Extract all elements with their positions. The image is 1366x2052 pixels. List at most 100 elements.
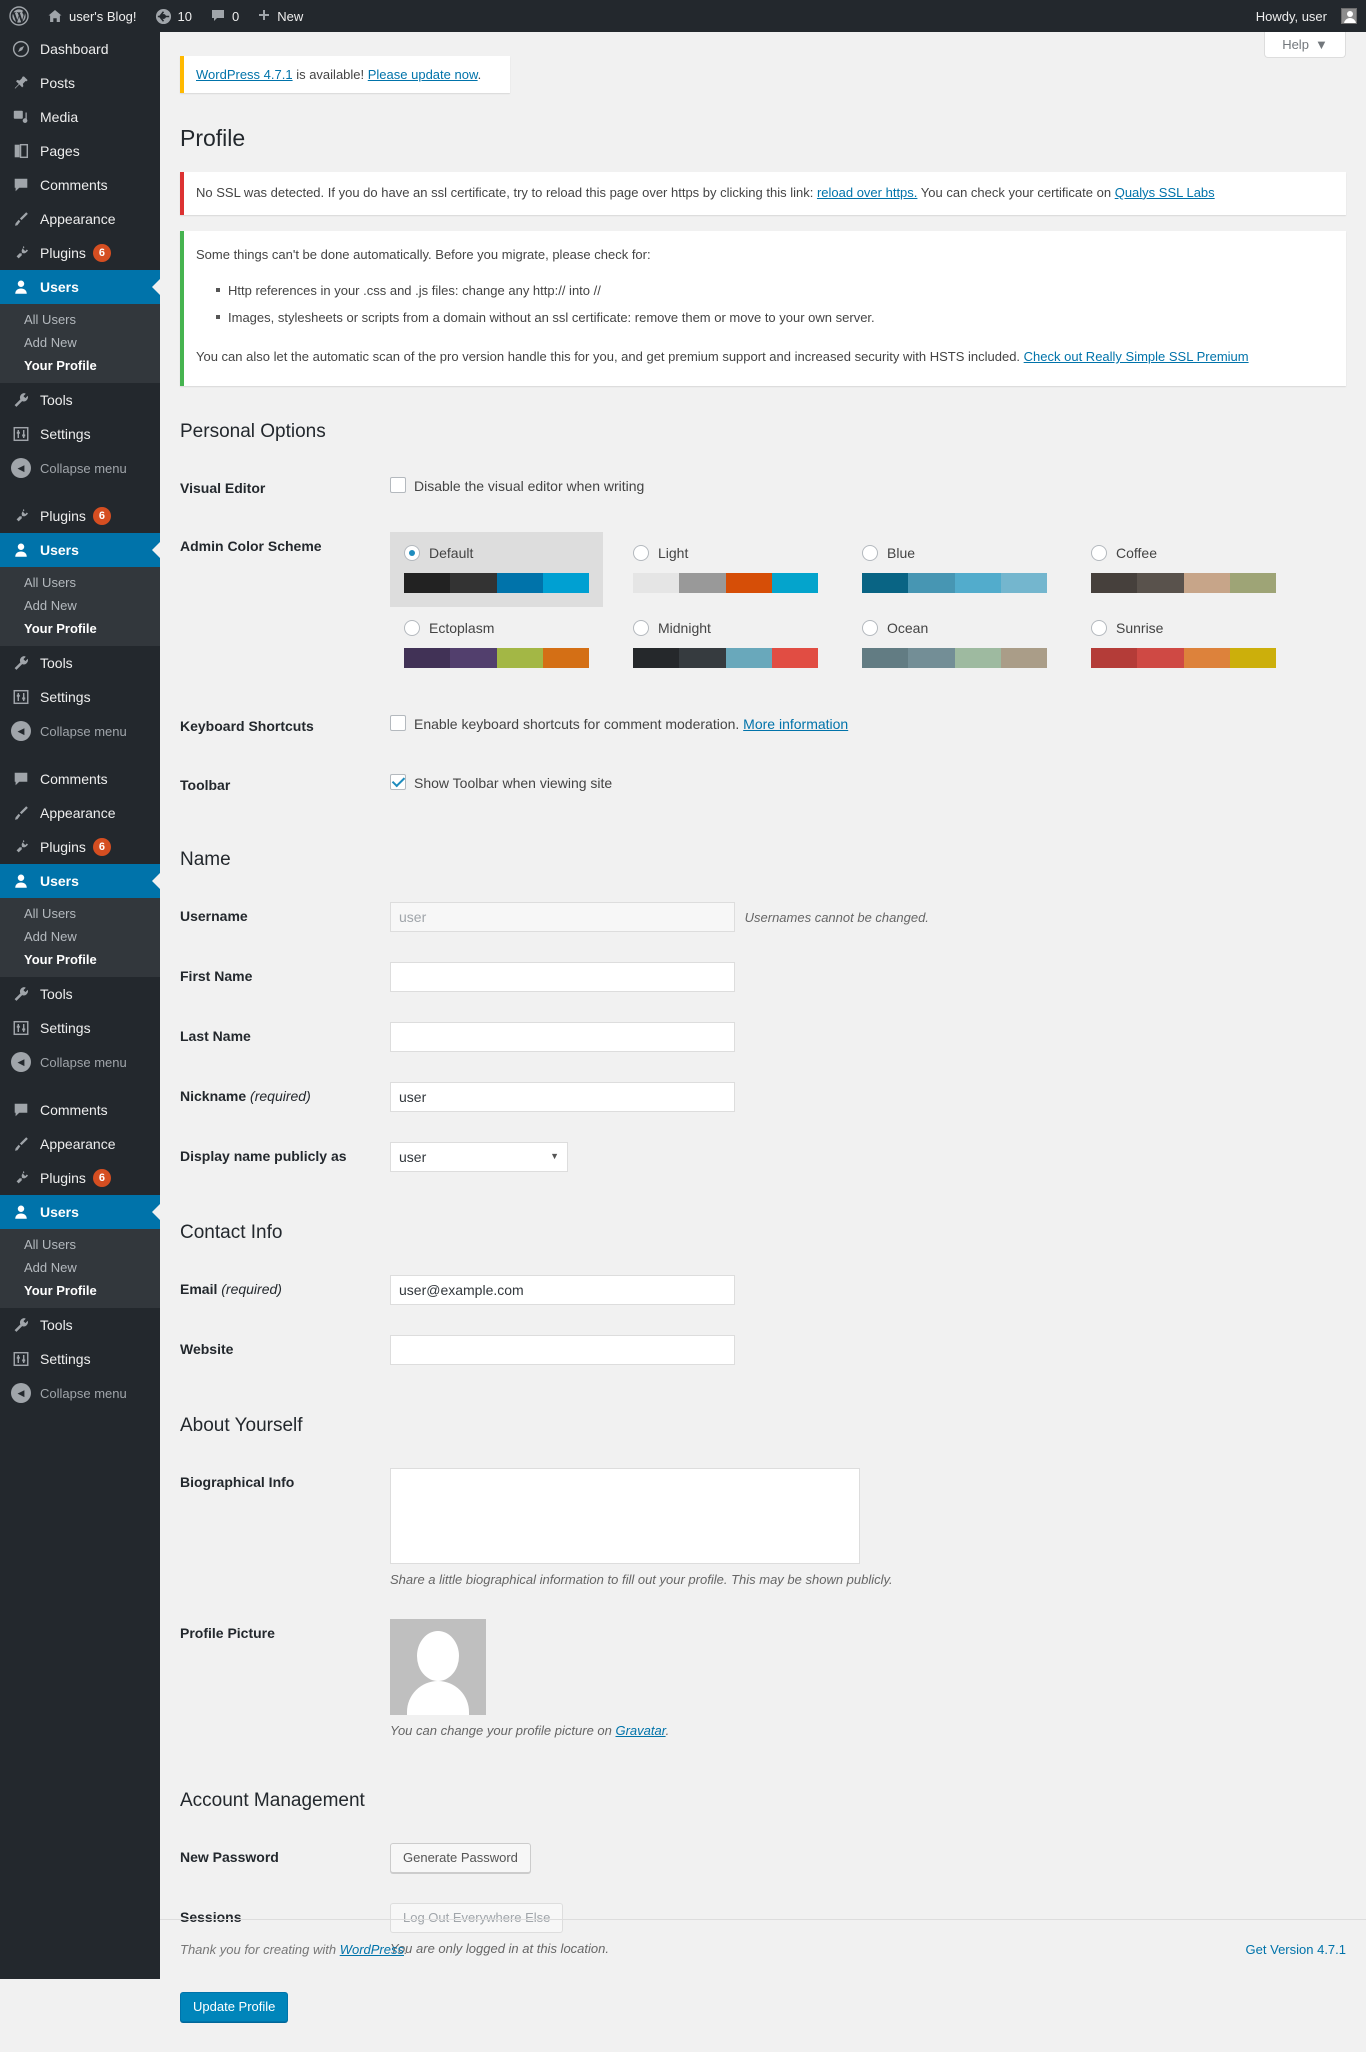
update-now-link[interactable]: Please update now: [368, 67, 478, 82]
submenu-item-your-profile[interactable]: Your Profile: [0, 948, 160, 971]
first-name-input[interactable]: [390, 962, 735, 992]
sidebar-item-settings[interactable]: Settings: [0, 1011, 160, 1045]
color-scheme-coffee[interactable]: Coffee: [1077, 532, 1290, 607]
color-swatch: [679, 573, 725, 593]
color-swatch: [1091, 573, 1137, 593]
more-information-link[interactable]: More information: [743, 716, 848, 732]
color-scheme-sunrise[interactable]: Sunrise: [1077, 607, 1290, 682]
sidebar-item-appearance[interactable]: Appearance: [0, 1127, 160, 1161]
collapse-menu-button[interactable]: ◀Collapse menu: [0, 1045, 160, 1079]
sidebar-item-label: Plugins: [40, 508, 86, 524]
sidebar-item-users[interactable]: Users: [0, 270, 160, 304]
sidebar-item-appearance[interactable]: Appearance: [0, 796, 160, 830]
new-label: New: [277, 9, 303, 24]
email-label: Email (required): [180, 1260, 380, 1320]
main-content: Help ▼ WordPress 4.7.1 is available! Ple…: [160, 32, 1366, 1979]
sidebar-item-settings[interactable]: Settings: [0, 417, 160, 451]
sidebar-item-media[interactable]: Media: [0, 100, 160, 134]
submenu-item-all-users[interactable]: All Users: [0, 571, 160, 594]
submenu-item-add-new[interactable]: Add New: [0, 331, 160, 354]
plugins-update-badge: 6: [93, 1169, 111, 1187]
website-input[interactable]: [390, 1335, 735, 1365]
sidebar-item-dashboard[interactable]: Dashboard: [0, 32, 160, 66]
sidebar-item-settings[interactable]: Settings: [0, 1342, 160, 1376]
display-name-row: Display name publicly as user ▼: [180, 1127, 1346, 1187]
color-scheme-label: Light: [658, 544, 688, 562]
contact-info-table: Email (required) Website: [180, 1260, 1346, 1380]
users-icon: [11, 871, 31, 891]
submenu-item-all-users[interactable]: All Users: [0, 902, 160, 925]
color-scheme-ocean[interactable]: Ocean: [848, 607, 1061, 682]
sidebar-item-plugins[interactable]: Plugins6: [0, 236, 160, 270]
collapse-menu-button[interactable]: ◀Collapse menu: [0, 714, 160, 748]
sidebar-item-appearance[interactable]: Appearance: [0, 202, 160, 236]
comments-icon: [11, 769, 31, 789]
chevron-down-icon: ▼: [1315, 37, 1328, 52]
collapse-menu-button[interactable]: ◀Collapse menu: [0, 451, 160, 485]
wordpress-version-link[interactable]: WordPress 4.7.1: [196, 67, 293, 82]
settings-sliders-icon: [11, 1018, 31, 1038]
sidebar-item-posts[interactable]: Posts: [0, 66, 160, 100]
sidebar-item-tools[interactable]: Tools: [0, 383, 160, 417]
comments-menu[interactable]: 0: [201, 0, 248, 32]
site-name-menu[interactable]: user's Blog!: [38, 0, 146, 32]
website-label: Website: [180, 1320, 380, 1380]
show-toolbar-checkbox[interactable]: Show Toolbar when viewing site: [390, 771, 1336, 792]
submenu-item-your-profile[interactable]: Your Profile: [0, 354, 160, 377]
email-field[interactable]: [390, 1275, 735, 1305]
color-scheme-light[interactable]: Light: [619, 532, 832, 607]
color-scheme-ectoplasm[interactable]: Ectoplasm: [390, 607, 603, 682]
last-name-input[interactable]: [390, 1022, 735, 1052]
collapse-menu-button[interactable]: ◀Collapse menu: [0, 1376, 160, 1410]
submenu-item-all-users[interactable]: All Users: [0, 308, 160, 331]
new-content-menu[interactable]: New: [248, 0, 312, 32]
sidebar-item-tools[interactable]: Tools: [0, 977, 160, 1011]
update-profile-button[interactable]: Update Profile: [180, 1992, 288, 2022]
wordpress-logo-menu[interactable]: [0, 0, 38, 32]
sidebar-item-comments[interactable]: Comments: [0, 1093, 160, 1127]
nickname-input[interactable]: [390, 1082, 735, 1112]
submenu-item-add-new[interactable]: Add New: [0, 1256, 160, 1279]
premium-upsell-link[interactable]: Check out Really Simple SSL Premium: [1024, 349, 1249, 364]
submenu-item-all-users[interactable]: All Users: [0, 1233, 160, 1256]
plugins-plug-icon: [11, 243, 31, 263]
submenu-item-your-profile[interactable]: Your Profile: [0, 617, 160, 640]
about-yourself-heading: About Yourself: [180, 1406, 1346, 1441]
migrate-outro-text: You can also let the automatic scan of t…: [196, 349, 1024, 364]
sidebar-item-tools[interactable]: Tools: [0, 646, 160, 680]
color-scheme-swatches: [862, 573, 1047, 593]
sidebar-item-label: Settings: [40, 1020, 91, 1036]
sidebar-item-comments[interactable]: Comments: [0, 762, 160, 796]
biographical-info-textarea[interactable]: [390, 1468, 860, 1564]
submenu-item-add-new[interactable]: Add New: [0, 594, 160, 617]
sidebar-item-settings[interactable]: Settings: [0, 680, 160, 714]
disable-visual-editor-checkbox[interactable]: Disable the visual editor when writing: [390, 474, 1336, 495]
color-scheme-blue[interactable]: Blue: [848, 532, 1061, 607]
submenu-item-your-profile[interactable]: Your Profile: [0, 1279, 160, 1302]
toolbar-label: Toolbar: [180, 756, 380, 814]
color-swatch: [772, 648, 818, 668]
sidebar-item-plugins[interactable]: Plugins6: [0, 830, 160, 864]
wordpress-link[interactable]: WordPress: [340, 1942, 404, 1957]
sidebar-item-pages[interactable]: Pages: [0, 134, 160, 168]
sidebar-item-comments[interactable]: Comments: [0, 168, 160, 202]
gravatar-link[interactable]: Gravatar: [615, 1723, 665, 1738]
new-password-row: New Password Generate Password: [180, 1828, 1346, 1888]
generate-password-button[interactable]: Generate Password: [390, 1843, 531, 1873]
sidebar-item-users[interactable]: Users: [0, 533, 160, 567]
color-scheme-midnight[interactable]: Midnight: [619, 607, 832, 682]
updates-menu[interactable]: 10: [146, 0, 201, 32]
qualys-ssl-labs-link[interactable]: Qualys SSL Labs: [1115, 185, 1215, 200]
display-name-select[interactable]: user ▼: [390, 1142, 568, 1172]
sidebar-item-tools[interactable]: Tools: [0, 1308, 160, 1342]
keyboard-shortcuts-checkbox[interactable]: Enable keyboard shortcuts for comment mo…: [390, 712, 1336, 733]
sidebar-item-plugins[interactable]: Plugins6: [0, 1161, 160, 1195]
sidebar-item-plugins[interactable]: Plugins6: [0, 499, 160, 533]
color-scheme-default[interactable]: Default: [390, 532, 603, 607]
my-account-menu[interactable]: Howdy, user: [1247, 0, 1366, 32]
sidebar-item-users[interactable]: Users: [0, 1195, 160, 1229]
submenu-item-add-new[interactable]: Add New: [0, 925, 160, 948]
reload-over-https-link[interactable]: reload over https.: [817, 185, 917, 200]
help-tab-button[interactable]: Help ▼: [1264, 32, 1346, 58]
sidebar-item-users[interactable]: Users: [0, 864, 160, 898]
